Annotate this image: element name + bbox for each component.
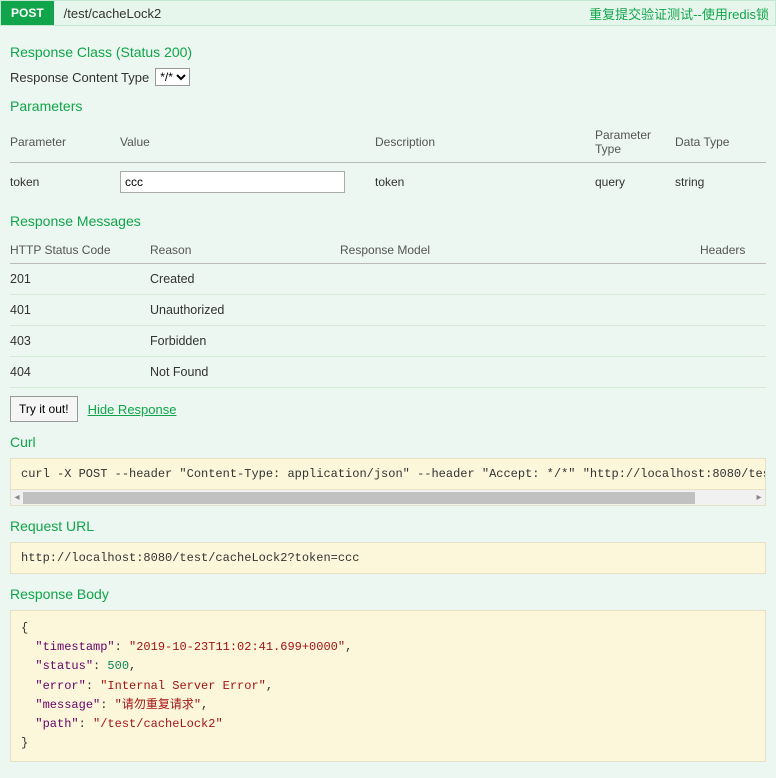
status-reason: Created bbox=[150, 264, 340, 295]
operation-header[interactable]: POST /test/cacheLock2 重复提交验证测试--使用redis锁 bbox=[0, 0, 776, 26]
response-messages-table: HTTP Status Code Reason Response Model H… bbox=[10, 237, 766, 388]
col-headers: Headers bbox=[700, 237, 766, 264]
col-reason: Reason bbox=[150, 237, 340, 264]
param-value-input[interactable] bbox=[120, 171, 345, 193]
curl-scrollbar[interactable]: ◂ ▸ bbox=[10, 490, 766, 506]
curl-block: curl -X POST --header "Content-Type: app… bbox=[10, 458, 766, 490]
curl-title: Curl bbox=[10, 434, 766, 450]
col-value: Value bbox=[120, 122, 375, 163]
param-name: token bbox=[10, 163, 120, 202]
response-body-block: { "timestamp": "2019-10-23T11:02:41.699+… bbox=[10, 610, 766, 762]
scroll-left-icon[interactable]: ◂ bbox=[11, 492, 23, 503]
response-messages-title: Response Messages bbox=[10, 213, 766, 229]
table-row: 404 Not Found bbox=[10, 357, 766, 388]
scroll-right-icon[interactable]: ▸ bbox=[753, 492, 765, 503]
try-it-out-button[interactable]: Try it out! bbox=[10, 396, 78, 422]
col-description: Description bbox=[375, 122, 595, 163]
content-type-label: Response Content Type bbox=[10, 70, 149, 85]
scroll-thumb[interactable] bbox=[23, 492, 695, 504]
col-data-type: Data Type bbox=[675, 122, 766, 163]
table-row: 201 Created bbox=[10, 264, 766, 295]
table-row: token token query string bbox=[10, 163, 766, 202]
parameters-table: Parameter Value Description Parameter Ty… bbox=[10, 122, 766, 201]
param-type: query bbox=[595, 163, 675, 202]
status-code: 201 bbox=[10, 264, 150, 295]
status-reason: Not Found bbox=[150, 357, 340, 388]
col-status-code: HTTP Status Code bbox=[10, 237, 150, 264]
hide-response-link[interactable]: Hide Response bbox=[88, 402, 177, 417]
col-param-type: Parameter Type bbox=[595, 122, 675, 163]
request-url-title: Request URL bbox=[10, 518, 766, 534]
parameters-title: Parameters bbox=[10, 98, 766, 114]
operation-path: /test/cacheLock2 bbox=[54, 6, 589, 21]
param-data-type: string bbox=[675, 163, 766, 202]
content-type-select[interactable]: */* bbox=[155, 68, 190, 86]
http-method-badge: POST bbox=[1, 1, 54, 25]
response-class-title: Response Class (Status 200) bbox=[10, 44, 766, 60]
status-code: 401 bbox=[10, 295, 150, 326]
operation-summary: 重复提交验证测试--使用redis锁 bbox=[589, 4, 775, 23]
col-parameter: Parameter bbox=[10, 122, 120, 163]
status-reason: Forbidden bbox=[150, 326, 340, 357]
status-reason: Unauthorized bbox=[150, 295, 340, 326]
status-code: 403 bbox=[10, 326, 150, 357]
param-desc: token bbox=[375, 163, 595, 202]
col-response-model: Response Model bbox=[340, 237, 700, 264]
table-row: 401 Unauthorized bbox=[10, 295, 766, 326]
response-body-title: Response Body bbox=[10, 586, 766, 602]
status-code: 404 bbox=[10, 357, 150, 388]
table-row: 403 Forbidden bbox=[10, 326, 766, 357]
request-url-block: http://localhost:8080/test/cacheLock2?to… bbox=[10, 542, 766, 574]
